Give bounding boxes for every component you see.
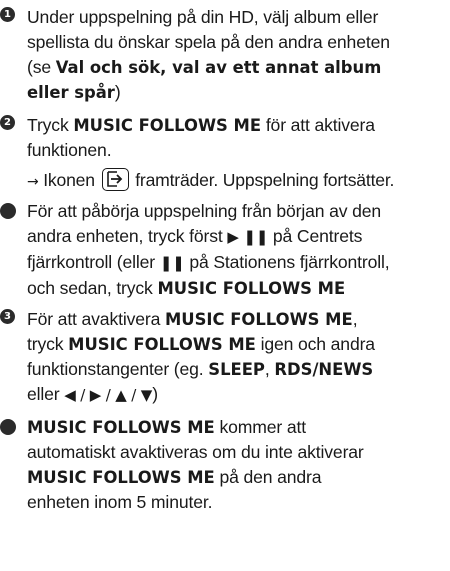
bullet-icon	[0, 419, 16, 435]
result-arrow-icon: →	[27, 174, 39, 190]
note-1-text: För att påbörja uppspelning från början …	[27, 199, 445, 301]
cross-reference-cont: eller spår	[27, 83, 115, 102]
cross-reference: Val och sök, val av ett annat album	[55, 58, 382, 77]
note-2-line-3: MUSIC FOLLOWS ME på den andra	[27, 467, 322, 487]
note-1-line-4: och sedan, tryck MUSIC FOLLOWS ME	[27, 278, 346, 298]
music-follows-me-icon	[101, 168, 129, 191]
navigation-arrows-icon: ◀ / ▶ / ▲ / ▼	[64, 386, 153, 404]
step-3-line-3: funktionstangenter (eg. SLEEP, RDS/NEWS	[27, 359, 374, 379]
note-2-text: MUSIC FOLLOWS ME kommer att automatiskt …	[27, 415, 445, 515]
step-1-text: Under uppspelning på din HD, välj album …	[27, 5, 445, 105]
note-2-line-4: enheten inom 5 minuter.	[27, 492, 213, 512]
manual-page: 1 Under uppspelning på din HD, välj albu…	[0, 0, 450, 571]
button-name: MUSIC FOLLOWS ME	[27, 418, 215, 437]
button-name: SLEEP	[208, 360, 265, 379]
step-1-line-1: Under uppspelning på din HD, välj album …	[27, 7, 379, 27]
step-3-line-4: eller ◀ / ▶ / ▲ / ▼)	[27, 384, 158, 404]
step-number-1: 1	[0, 7, 15, 22]
button-name: MUSIC FOLLOWS ME	[27, 468, 215, 487]
step-3-text: För att avaktivera MUSIC FOLLOWS ME, try…	[27, 307, 445, 408]
step-3-line-1: För att avaktivera MUSIC FOLLOWS ME,	[27, 309, 358, 329]
bullet-icon	[0, 203, 16, 219]
step-1-line-3: (se Val och sök, val av ett annat album	[27, 57, 382, 77]
note-2-line-1: MUSIC FOLLOWS ME kommer att	[27, 417, 306, 437]
button-name: MUSIC FOLLOWS ME	[157, 279, 346, 298]
play-pause-icon: ▶ ❚❚	[227, 228, 269, 246]
note-1-line-3: fjärrkontroll (eller ❚❚ på Stationens fj…	[27, 252, 390, 272]
button-name: MUSIC FOLLOWS ME	[73, 116, 262, 135]
step-2-text: Tryck MUSIC FOLLOWS ME för att aktivera …	[27, 113, 445, 163]
note-1-line-2: andra enheten, tryck först ▶ ❚❚ på Centr…	[27, 226, 363, 246]
step-1-line-2: spellista du önskar spela på den andra e…	[27, 32, 390, 52]
step-2-line-2: funktionen.	[27, 140, 112, 160]
pause-icon: ❚❚	[159, 254, 185, 272]
note-1-line-1: För att påbörja uppspelning från början …	[27, 201, 382, 221]
step-number-3: 3	[0, 309, 15, 324]
step-number-2: 2	[0, 115, 15, 130]
step-2-result: → Ikonen framträder. Uppspelning fortsät…	[27, 168, 395, 191]
step-1-line-4: eller spår)	[27, 82, 121, 102]
button-name: MUSIC FOLLOWS ME	[68, 335, 256, 354]
note-2-line-2: automatiskt avaktiveras om du inte aktiv…	[27, 442, 364, 462]
button-name: RDS/NEWS	[274, 360, 374, 379]
step-3-line-2: tryck MUSIC FOLLOWS ME igen och andra	[27, 334, 375, 354]
button-name: MUSIC FOLLOWS ME	[164, 310, 353, 329]
step-2-line-1: Tryck MUSIC FOLLOWS ME för att aktivera	[27, 115, 375, 135]
